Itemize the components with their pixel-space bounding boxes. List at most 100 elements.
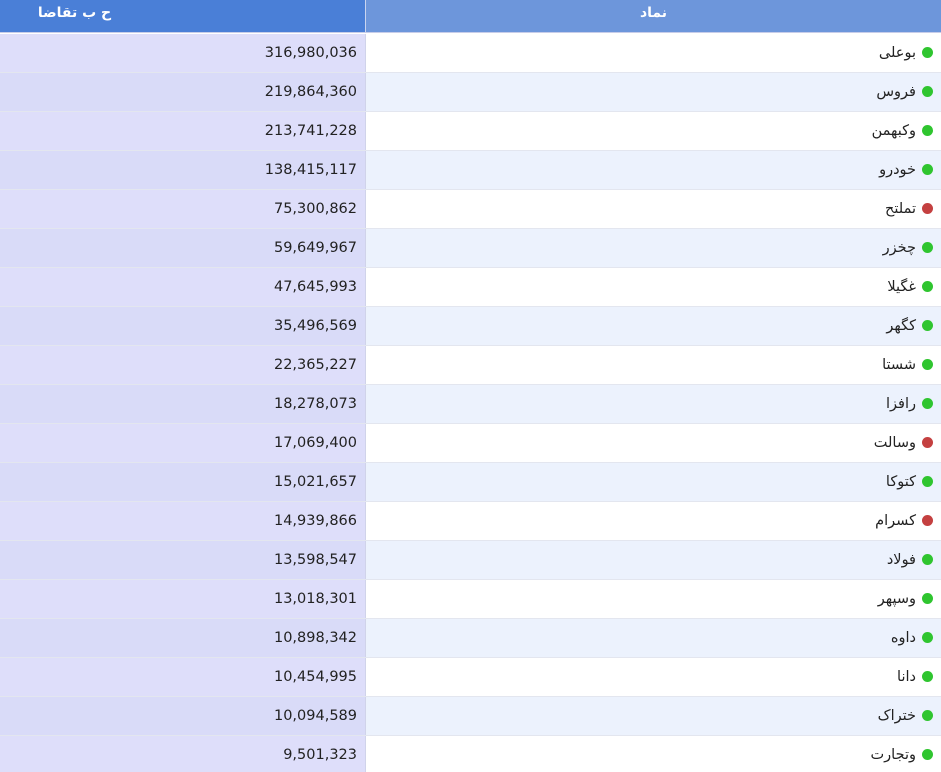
table-row[interactable]: 219,864,360 فروس xyxy=(0,73,941,112)
status-dot-icon xyxy=(922,359,933,370)
demand-value-cell: 10,454,995 xyxy=(0,658,366,696)
demand-value-cell: 213,741,228 xyxy=(0,112,366,150)
symbol-cell[interactable]: ختراک xyxy=(366,697,941,735)
status-dot-icon xyxy=(922,86,933,97)
status-dot-icon xyxy=(922,515,933,526)
status-dot-icon xyxy=(922,749,933,760)
symbol-cell[interactable]: بوعلی xyxy=(366,34,941,72)
symbol-cell[interactable]: رافزا xyxy=(366,385,941,423)
demand-value-cell: 75,300,862 xyxy=(0,190,366,228)
table-row[interactable]: 15,021,657 کتوکا xyxy=(0,463,941,502)
symbol-name: فولاد xyxy=(886,552,916,568)
column-header-demand-label: ح ب تقاضا xyxy=(37,5,112,21)
symbol-cell[interactable]: کسرام xyxy=(366,502,941,540)
demand-value-cell: 17,069,400 xyxy=(0,424,366,462)
symbol-name: دانا xyxy=(897,669,916,685)
table-row[interactable]: 10,898,342 داوه xyxy=(0,619,941,658)
table-row[interactable]: 10,094,589 ختراک xyxy=(0,697,941,736)
table-row[interactable]: 35,496,569 کگهر xyxy=(0,307,941,346)
table-row[interactable]: 213,741,228 وکبهمن xyxy=(0,112,941,151)
status-dot-icon xyxy=(922,710,933,721)
demand-value-cell: 10,898,342 xyxy=(0,619,366,657)
table-row[interactable]: 10,454,995 دانا xyxy=(0,658,941,697)
demand-value-cell: 47,645,993 xyxy=(0,268,366,306)
symbol-name: کگهر xyxy=(886,318,916,334)
demand-value-cell: 22,365,227 xyxy=(0,346,366,384)
status-dot-icon xyxy=(922,320,933,331)
table-row[interactable]: 22,365,227 شستا xyxy=(0,346,941,385)
table-row[interactable]: 13,598,547 فولاد xyxy=(0,541,941,580)
symbol-cell[interactable]: فولاد xyxy=(366,541,941,579)
status-dot-icon xyxy=(922,437,933,448)
table-row[interactable]: 75,300,862 تملتح xyxy=(0,190,941,229)
demand-value-cell: 35,496,569 xyxy=(0,307,366,345)
symbol-cell[interactable]: خودرو xyxy=(366,151,941,189)
symbol-name: وسالت xyxy=(873,435,916,451)
status-dot-icon xyxy=(922,203,933,214)
symbol-name: وتجارت xyxy=(870,747,916,763)
table-row[interactable]: 59,649,967 چخزر xyxy=(0,229,941,268)
status-dot-icon xyxy=(922,242,933,253)
demand-value-cell: 15,021,657 xyxy=(0,463,366,501)
symbol-name: تملتح xyxy=(885,201,916,217)
symbol-cell[interactable]: کگهر xyxy=(366,307,941,345)
symbol-cell[interactable]: وکبهمن xyxy=(366,112,941,150)
table-row[interactable]: 14,939,866 کسرام xyxy=(0,502,941,541)
symbol-name: رافزا xyxy=(886,396,916,412)
symbol-name: فروس xyxy=(876,84,916,100)
status-dot-icon xyxy=(922,593,933,604)
column-header-demand-value[interactable]: ح ب تقاضا xyxy=(0,0,366,32)
symbol-name: وکبهمن xyxy=(871,123,916,139)
symbol-name: کسرام xyxy=(875,513,916,529)
demand-table: ح ب تقاضا نماد 316,980,036 بوعلی 219,864,3… xyxy=(0,0,941,772)
symbol-name: شستا xyxy=(882,357,916,373)
demand-value-cell: 219,864,360 xyxy=(0,73,366,111)
symbol-cell[interactable]: شستا xyxy=(366,346,941,384)
symbol-cell[interactable]: تملتح xyxy=(366,190,941,228)
demand-value-cell: 14,939,866 xyxy=(0,502,366,540)
symbol-name: کتوکا xyxy=(885,474,916,490)
symbol-name: وسپهر xyxy=(877,591,916,607)
table-row[interactable]: 17,069,400 وسالت xyxy=(0,424,941,463)
symbol-name: ختراک xyxy=(877,708,916,724)
table-row[interactable]: 138,415,117 خودرو xyxy=(0,151,941,190)
status-dot-icon xyxy=(922,671,933,682)
column-header-symbol-label: نماد xyxy=(639,5,668,21)
symbol-name: غگیلا xyxy=(887,279,916,295)
table-body: 316,980,036 بوعلی 219,864,360 فروس 213,741,2… xyxy=(0,34,941,772)
symbol-cell[interactable]: وسالت xyxy=(366,424,941,462)
table-row[interactable]: 47,645,993 غگیلا xyxy=(0,268,941,307)
demand-value-cell: 9,501,323 xyxy=(0,736,366,772)
symbol-cell[interactable]: فروس xyxy=(366,73,941,111)
table-header: ح ب تقاضا نماد xyxy=(0,0,941,33)
symbol-cell[interactable]: دانا xyxy=(366,658,941,696)
demand-value-cell: 59,649,967 xyxy=(0,229,366,267)
demand-value-cell: 138,415,117 xyxy=(0,151,366,189)
status-dot-icon xyxy=(922,554,933,565)
symbol-name: بوعلی xyxy=(878,45,916,61)
symbol-cell[interactable]: کتوکا xyxy=(366,463,941,501)
status-dot-icon xyxy=(922,398,933,409)
status-dot-icon xyxy=(922,476,933,487)
symbol-cell[interactable]: چخزر xyxy=(366,229,941,267)
table-row[interactable]: 13,018,301 وسپهر xyxy=(0,580,941,619)
column-header-symbol[interactable]: نماد xyxy=(366,0,941,32)
demand-value-cell: 18,278,073 xyxy=(0,385,366,423)
status-dot-icon xyxy=(922,125,933,136)
symbol-cell[interactable]: غگیلا xyxy=(366,268,941,306)
symbol-cell[interactable]: وسپهر xyxy=(366,580,941,618)
symbol-name: داوه xyxy=(890,630,916,646)
table-row[interactable]: 316,980,036 بوعلی xyxy=(0,34,941,73)
demand-value-cell: 13,598,547 xyxy=(0,541,366,579)
status-dot-icon xyxy=(922,164,933,175)
symbol-cell[interactable]: وتجارت xyxy=(366,736,941,772)
demand-value-cell: 316,980,036 xyxy=(0,34,366,72)
table-row[interactable]: 9,501,323 وتجارت xyxy=(0,736,941,772)
table-row[interactable]: 18,278,073 رافزا xyxy=(0,385,941,424)
demand-value-cell: 13,018,301 xyxy=(0,580,366,618)
symbol-name: خودرو xyxy=(879,162,916,178)
symbol-name: چخزر xyxy=(882,240,916,256)
status-dot-icon xyxy=(922,281,933,292)
status-dot-icon xyxy=(922,47,933,58)
symbol-cell[interactable]: داوه xyxy=(366,619,941,657)
